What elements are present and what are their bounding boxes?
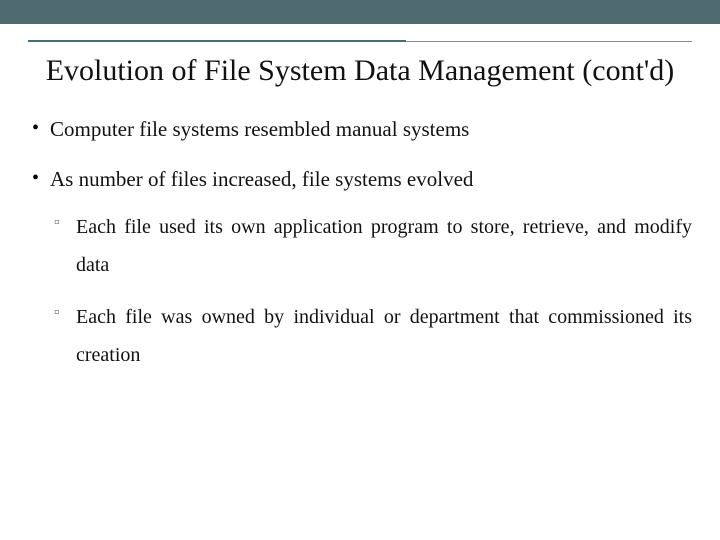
bullet-text: Computer file systems resembled manual s… (50, 117, 469, 141)
slide-title: Evolution of File System Data Management… (28, 52, 692, 90)
list-item: As number of files increased, file syste… (28, 164, 692, 374)
slide-body: Computer file systems resembled manual s… (28, 114, 692, 375)
list-item: Each file used its own application progr… (50, 208, 692, 284)
sub-bullet-text: Each file was owned by individual or dep… (76, 306, 692, 366)
sub-bullet-list: Each file used its own application progr… (50, 208, 692, 374)
bullet-list: Computer file systems resembled manual s… (28, 114, 692, 375)
slide: Evolution of File System Data Management… (0, 0, 720, 540)
top-accent-bar (0, 0, 720, 24)
bullet-text: As number of files increased, file syste… (50, 167, 473, 191)
list-item: Computer file systems resembled manual s… (28, 114, 692, 144)
sub-bullet-text: Each file used its own application progr… (76, 216, 692, 276)
list-item: Each file was owned by individual or dep… (50, 298, 692, 374)
